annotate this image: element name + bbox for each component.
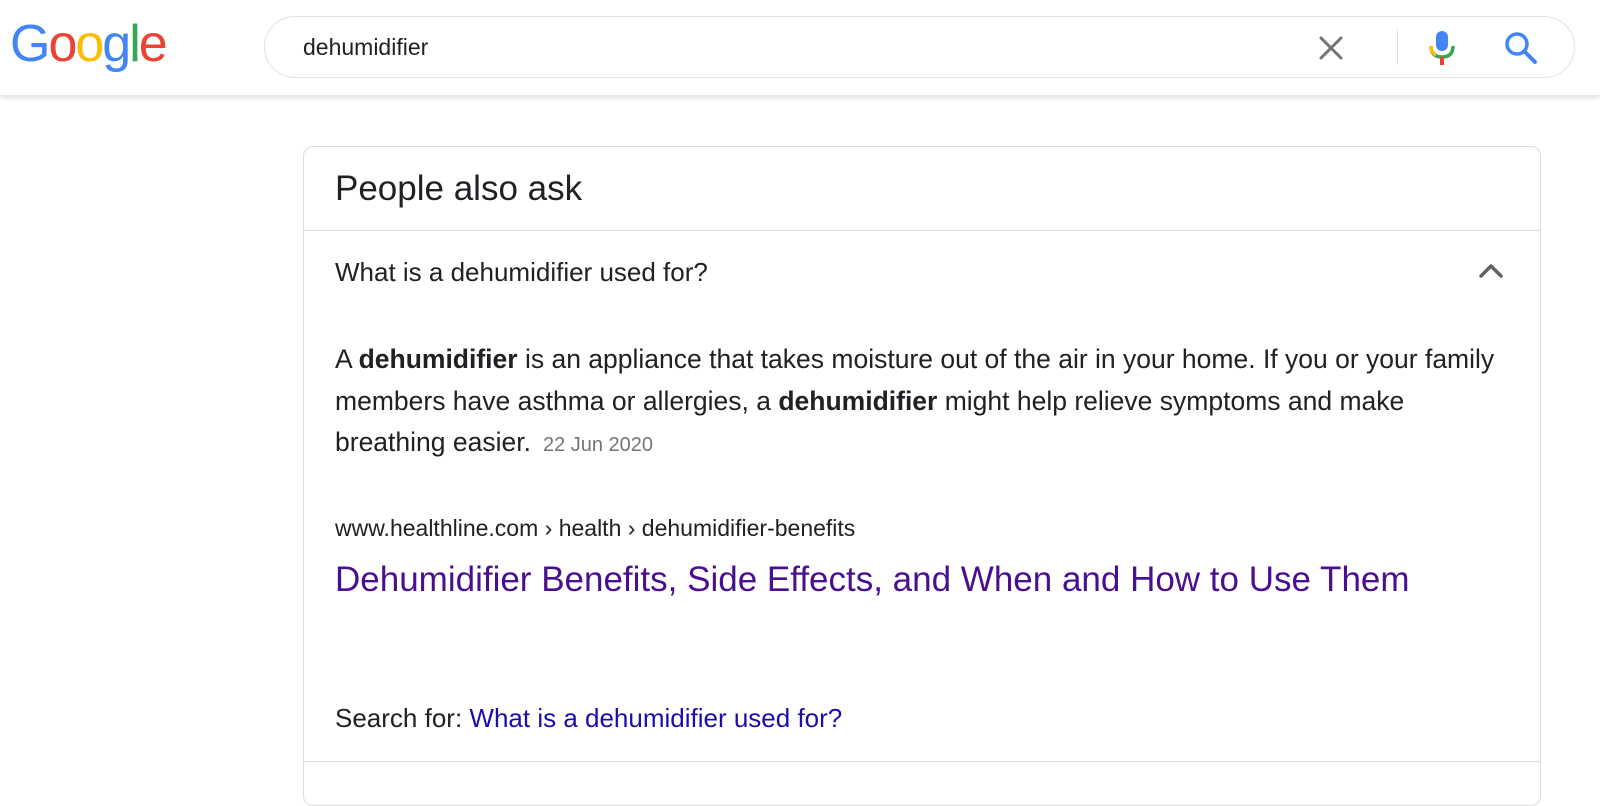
search-for-row: Search for: What is a dehumidifier used … — [335, 701, 842, 735]
answer-bold: dehumidifier — [778, 385, 938, 416]
question-accordion[interactable]: What is a dehumidifier used for? — [304, 231, 1540, 311]
clear-button[interactable] — [1315, 32, 1347, 64]
card-title: People also ask — [335, 169, 583, 208]
logo-letter: g — [102, 15, 131, 73]
answer-date: 22 Jun 2020 — [542, 434, 654, 456]
question-text: What is a dehumidifier used for? — [335, 257, 708, 287]
result-title-link[interactable]: Dehumidifier Benefits, Side Effects, and… — [335, 555, 1455, 604]
people-also-ask-card: People also ask What is a dehumidifier u… — [303, 146, 1541, 806]
logo-letter: o — [48, 15, 77, 73]
close-icon — [1319, 36, 1343, 60]
microphone-icon — [1429, 31, 1455, 65]
search-divider — [1397, 30, 1398, 65]
logo-letter: e — [138, 15, 168, 73]
search-button[interactable] — [1503, 30, 1539, 66]
divider — [304, 761, 1540, 762]
source-breadcrumb: www.healthline.com › health › dehumidifi… — [335, 515, 856, 541]
search-input[interactable] — [303, 31, 1203, 63]
search-icon — [1505, 32, 1537, 64]
header-bar: Google — [0, 0, 1600, 96]
logo-letter: l — [129, 15, 140, 73]
search-for-link[interactable]: What is a dehumidifier used for? — [469, 703, 842, 733]
answer-text: A — [335, 344, 359, 374]
answer-bold: dehumidifier — [358, 344, 518, 374]
search-for-label: Search for: — [335, 703, 470, 733]
google-logo[interactable]: Google — [10, 14, 168, 74]
voice-search-button[interactable] — [1425, 29, 1459, 67]
logo-letter: o — [75, 15, 104, 73]
logo-letter: G — [10, 15, 50, 73]
search-box — [264, 16, 1575, 78]
chevron-up-icon — [1479, 264, 1503, 278]
answer-snippet: A dehumidifier is an appliance that take… — [335, 339, 1515, 467]
